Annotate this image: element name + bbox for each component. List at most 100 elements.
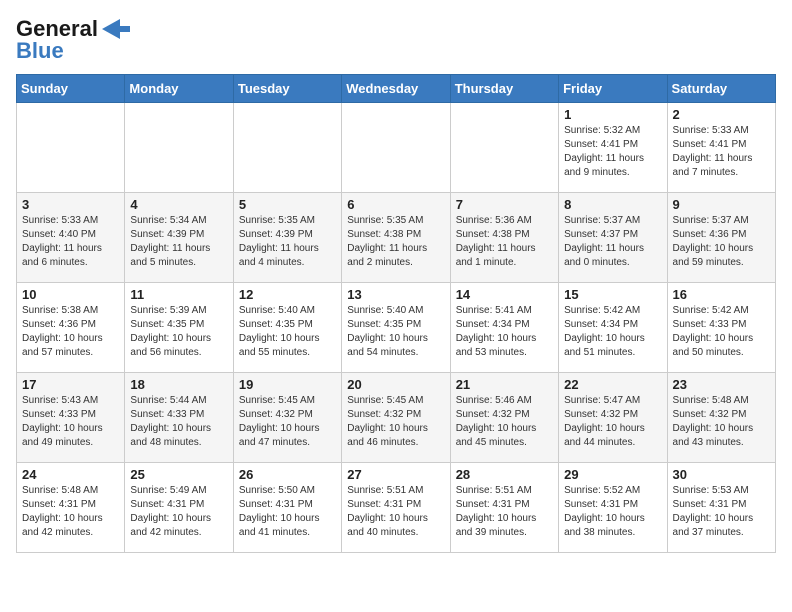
day-number: 17: [22, 377, 119, 392]
logo: General Blue: [16, 16, 130, 64]
day-info: Sunrise: 5:37 AM Sunset: 4:36 PM Dayligh…: [673, 214, 770, 270]
day-number: 20: [347, 377, 444, 392]
day-info: Sunrise: 5:51 AM Sunset: 4:31 PM Dayligh…: [456, 484, 553, 540]
day-number: 29: [564, 467, 661, 482]
header: General Blue: [16, 16, 776, 64]
day-info: Sunrise: 5:52 AM Sunset: 4:31 PM Dayligh…: [564, 484, 661, 540]
day-info: Sunrise: 5:45 AM Sunset: 4:32 PM Dayligh…: [239, 394, 336, 450]
calendar-cell: 6 Sunrise: 5:35 AM Sunset: 4:38 PM Daylig…: [342, 193, 450, 283]
day-number: 4: [130, 197, 227, 212]
day-info: Sunrise: 5:41 AM Sunset: 4:34 PM Dayligh…: [456, 304, 553, 360]
week-row-3: 10Sunrise: 5:38 AM Sunset: 4:36 PM Dayli…: [17, 283, 776, 373]
weekday-friday: Friday: [559, 75, 667, 103]
day-info: Sunrise: 5:44 AM Sunset: 4:33 PM Dayligh…: [130, 394, 227, 450]
day-info: Sunrise: 5:50 AM Sunset: 4:31 PM Dayligh…: [239, 484, 336, 540]
day-number: 25: [130, 467, 227, 482]
day-info: Sunrise: 5:43 AM Sunset: 4:33 PM Dayligh…: [22, 394, 119, 450]
calendar-cell: 3 Sunrise: 5:33 AM Sunset: 4:40 PM Daylig…: [17, 193, 125, 283]
calendar-cell: 26Sunrise: 5:50 AM Sunset: 4:31 PM Dayli…: [233, 463, 341, 553]
day-number: 30: [673, 467, 770, 482]
day-info: Sunrise: 5:42 AM Sunset: 4:33 PM Dayligh…: [673, 304, 770, 360]
day-info: Sunrise: 5:35 AM Sunset: 4:38 PM Dayligh…: [347, 214, 444, 270]
day-number: 24: [22, 467, 119, 482]
calendar-cell: 14 Sunrise: 5:41 AM Sunset: 4:34 PM Dayli…: [450, 283, 558, 373]
week-row-1: 1Sunrise: 5:32 AM Sunset: 4:41 PM Daylig…: [17, 103, 776, 193]
day-info: Sunrise: 5:33 AM Sunset: 4:41 PM Dayligh…: [673, 124, 770, 180]
calendar-cell: 30Sunrise: 5:53 AM Sunset: 4:31 PM Dayli…: [667, 463, 775, 553]
week-row-4: 17 Sunrise: 5:43 AM Sunset: 4:33 PM Dayli…: [17, 373, 776, 463]
calendar-cell: 5 Sunrise: 5:35 AM Sunset: 4:39 PM Daylig…: [233, 193, 341, 283]
day-number: 9: [673, 197, 770, 212]
calendar-cell: 25 Sunrise: 5:49 AM Sunset: 4:31 PM Dayli…: [125, 463, 233, 553]
calendar-cell: 29 Sunrise: 5:52 AM Sunset: 4:31 PM Dayli…: [559, 463, 667, 553]
day-number: 27: [347, 467, 444, 482]
calendar-cell: 8 Sunrise: 5:37 AM Sunset: 4:37 PM Daylig…: [559, 193, 667, 283]
day-number: 21: [456, 377, 553, 392]
day-info: Sunrise: 5:33 AM Sunset: 4:40 PM Dayligh…: [22, 214, 119, 270]
weekday-saturday: Saturday: [667, 75, 775, 103]
day-number: 11: [130, 287, 227, 302]
calendar-body: 1Sunrise: 5:32 AM Sunset: 4:41 PM Daylig…: [17, 103, 776, 553]
weekday-sunday: Sunday: [17, 75, 125, 103]
day-info: Sunrise: 5:48 AM Sunset: 4:31 PM Dayligh…: [22, 484, 119, 540]
day-info: Sunrise: 5:35 AM Sunset: 4:39 PM Dayligh…: [239, 214, 336, 270]
day-number: 23: [673, 377, 770, 392]
day-number: 22: [564, 377, 661, 392]
calendar-cell: 11 Sunrise: 5:39 AM Sunset: 4:35 PM Dayli…: [125, 283, 233, 373]
calendar-cell: 15 Sunrise: 5:42 AM Sunset: 4:34 PM Dayli…: [559, 283, 667, 373]
calendar-cell: 4 Sunrise: 5:34 AM Sunset: 4:39 PM Daylig…: [125, 193, 233, 283]
day-number: 7: [456, 197, 553, 212]
day-number: 14: [456, 287, 553, 302]
day-number: 13: [347, 287, 444, 302]
day-number: 1: [564, 107, 661, 122]
calendar-cell: 23 Sunrise: 5:48 AM Sunset: 4:32 PM Dayli…: [667, 373, 775, 463]
day-info: Sunrise: 5:36 AM Sunset: 4:38 PM Dayligh…: [456, 214, 553, 270]
calendar-cell: [233, 103, 341, 193]
day-number: 8: [564, 197, 661, 212]
calendar-cell: 17 Sunrise: 5:43 AM Sunset: 4:33 PM Dayli…: [17, 373, 125, 463]
calendar-cell: [17, 103, 125, 193]
day-number: 15: [564, 287, 661, 302]
calendar-cell: 1Sunrise: 5:32 AM Sunset: 4:41 PM Daylig…: [559, 103, 667, 193]
calendar-cell: 16Sunrise: 5:42 AM Sunset: 4:33 PM Dayli…: [667, 283, 775, 373]
weekday-monday: Monday: [125, 75, 233, 103]
day-number: 5: [239, 197, 336, 212]
weekday-header-row: SundayMondayTuesdayWednesdayThursdayFrid…: [17, 75, 776, 103]
calendar-cell: 13 Sunrise: 5:40 AM Sunset: 4:35 PM Dayli…: [342, 283, 450, 373]
weekday-wednesday: Wednesday: [342, 75, 450, 103]
calendar-cell: 2 Sunrise: 5:33 AM Sunset: 4:41 PM Daylig…: [667, 103, 775, 193]
calendar-cell: 12 Sunrise: 5:40 AM Sunset: 4:35 PM Dayli…: [233, 283, 341, 373]
day-number: 2: [673, 107, 770, 122]
calendar-cell: 7 Sunrise: 5:36 AM Sunset: 4:38 PM Daylig…: [450, 193, 558, 283]
day-info: Sunrise: 5:42 AM Sunset: 4:34 PM Dayligh…: [564, 304, 661, 360]
day-number: 3: [22, 197, 119, 212]
weekday-tuesday: Tuesday: [233, 75, 341, 103]
day-number: 6: [347, 197, 444, 212]
calendar: SundayMondayTuesdayWednesdayThursdayFrid…: [16, 74, 776, 553]
calendar-cell: 10Sunrise: 5:38 AM Sunset: 4:36 PM Dayli…: [17, 283, 125, 373]
week-row-5: 24 Sunrise: 5:48 AM Sunset: 4:31 PM Dayli…: [17, 463, 776, 553]
calendar-cell: 28Sunrise: 5:51 AM Sunset: 4:31 PM Dayli…: [450, 463, 558, 553]
day-info: Sunrise: 5:39 AM Sunset: 4:35 PM Dayligh…: [130, 304, 227, 360]
day-info: Sunrise: 5:34 AM Sunset: 4:39 PM Dayligh…: [130, 214, 227, 270]
day-info: Sunrise: 5:40 AM Sunset: 4:35 PM Dayligh…: [239, 304, 336, 360]
calendar-cell: [450, 103, 558, 193]
day-number: 18: [130, 377, 227, 392]
calendar-cell: 27Sunrise: 5:51 AM Sunset: 4:31 PM Dayli…: [342, 463, 450, 553]
calendar-cell: 9 Sunrise: 5:37 AM Sunset: 4:36 PM Daylig…: [667, 193, 775, 283]
day-info: Sunrise: 5:48 AM Sunset: 4:32 PM Dayligh…: [673, 394, 770, 450]
day-info: Sunrise: 5:47 AM Sunset: 4:32 PM Dayligh…: [564, 394, 661, 450]
day-info: Sunrise: 5:45 AM Sunset: 4:32 PM Dayligh…: [347, 394, 444, 450]
day-number: 12: [239, 287, 336, 302]
calendar-cell: [125, 103, 233, 193]
day-info: Sunrise: 5:37 AM Sunset: 4:37 PM Dayligh…: [564, 214, 661, 270]
day-info: Sunrise: 5:49 AM Sunset: 4:31 PM Dayligh…: [130, 484, 227, 540]
calendar-cell: [342, 103, 450, 193]
calendar-cell: 20 Sunrise: 5:45 AM Sunset: 4:32 PM Dayli…: [342, 373, 450, 463]
logo-blue: Blue: [16, 38, 64, 64]
calendar-cell: 21Sunrise: 5:46 AM Sunset: 4:32 PM Dayli…: [450, 373, 558, 463]
calendar-cell: 19 Sunrise: 5:45 AM Sunset: 4:32 PM Dayli…: [233, 373, 341, 463]
day-number: 19: [239, 377, 336, 392]
week-row-2: 3 Sunrise: 5:33 AM Sunset: 4:40 PM Daylig…: [17, 193, 776, 283]
day-info: Sunrise: 5:40 AM Sunset: 4:35 PM Dayligh…: [347, 304, 444, 360]
